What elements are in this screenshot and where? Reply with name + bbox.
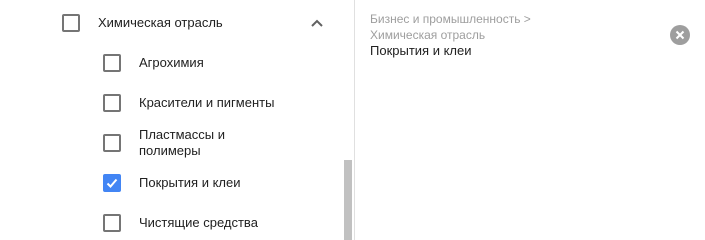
child-checkbox[interactable] (103, 54, 121, 72)
scrollbar-thumb[interactable] (344, 160, 352, 240)
remove-button[interactable] (670, 25, 690, 45)
child-label: Красители и пигменты (139, 95, 275, 110)
category-picker: Химическая отрасль Агрохимия Красители и… (0, 0, 705, 240)
parent-label: Химическая отрасль (98, 15, 223, 30)
selected-item-label: Покрытия и клеи (370, 43, 472, 58)
close-icon (675, 30, 685, 40)
parent-checkbox[interactable] (62, 14, 80, 32)
child-checkbox[interactable] (103, 214, 121, 232)
child-label: Чистящие средства (139, 215, 258, 230)
breadcrumb: Бизнес и промышленность > Химическая отр… (370, 12, 531, 42)
child-label: Покрытия и клеи (139, 175, 241, 190)
child-label: Агрохимия (139, 55, 204, 70)
child-label: Пластмассы и полимеры (139, 127, 225, 158)
child-checkbox[interactable] (103, 94, 121, 112)
chevron-up-icon[interactable] (309, 16, 325, 30)
selected-panel: Бизнес и промышленность > Химическая отр… (355, 0, 705, 240)
child-checkbox[interactable] (103, 174, 121, 192)
child-checkbox[interactable] (103, 134, 121, 152)
check-icon (106, 178, 118, 188)
category-tree: Химическая отрасль Агрохимия Красители и… (0, 0, 354, 240)
